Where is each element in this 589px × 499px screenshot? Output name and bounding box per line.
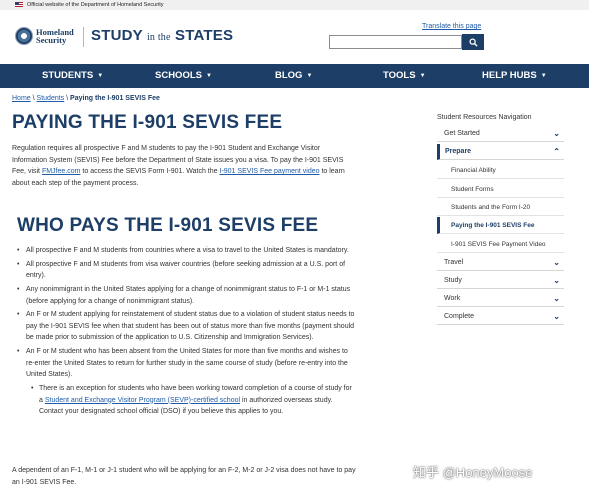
nav-label: HELP HUBS xyxy=(482,70,537,81)
sidebar-item-label: Travel xyxy=(444,259,464,266)
who-pays-list: All prospective F and M students from co… xyxy=(15,245,355,420)
breadcrumb: Home \ Students \ Paying the I-901 SEVIS… xyxy=(12,95,160,102)
intro-paragraph: Regulation requires all prospective F an… xyxy=(12,143,352,190)
nav-item-tools[interactable]: TOOLS ▼ xyxy=(383,64,426,88)
main-nav: STUDENTS ▼ SCHOOLS ▼ BLOG ▼ TOOLS ▼ HELP HUB… xyxy=(0,64,589,88)
breadcrumb-current: Paying the I-901 SEVIS Fee xyxy=(70,95,160,102)
translate-link[interactable]: Translate this page xyxy=(422,23,481,30)
us-flag-icon xyxy=(15,2,23,8)
search-icon xyxy=(468,37,478,47)
payment-video-link[interactable]: I-901 SEVIS Fee payment video xyxy=(220,168,320,175)
logo-divider xyxy=(83,27,84,47)
sidebar-subitem-paying-sevis-fee[interactable]: Paying the I-901 SEVIS Fee xyxy=(437,217,564,234)
sidebar-item-complete[interactable]: Complete ⌄ xyxy=(437,309,564,325)
nav-label: BLOG xyxy=(275,70,303,81)
sidebar-subitem-financial-ability[interactable]: Financial Ability xyxy=(437,162,564,179)
chevron-down-icon: ⌄ xyxy=(553,294,560,303)
caret-down-icon: ▼ xyxy=(419,73,426,79)
caret-down-icon: ▼ xyxy=(97,73,104,79)
gov-banner-text: Official website of the Department of Ho… xyxy=(27,2,164,8)
sidebar-subitem-student-forms[interactable]: Student Forms xyxy=(437,181,564,198)
dependent-note: A dependent of an F-1, M-1 or J-1 studen… xyxy=(12,467,356,486)
fmjfee-link[interactable]: FMJfee.com xyxy=(42,168,81,175)
nav-item-schools[interactable]: SCHOOLS ▼ xyxy=(155,64,212,88)
sidebar-item-label: Work xyxy=(444,295,461,302)
chevron-down-icon: ⌄ xyxy=(553,258,560,267)
caret-down-icon: ▼ xyxy=(540,73,547,79)
search-button[interactable] xyxy=(462,34,484,50)
chevron-up-icon: ⌃ xyxy=(553,147,560,156)
site-logo[interactable]: STUDY in the STATES xyxy=(91,27,233,44)
breadcrumb-students[interactable]: Students xyxy=(37,95,65,102)
sidebar-item-travel[interactable]: Travel ⌄ xyxy=(437,255,564,271)
breadcrumb-separator: \ xyxy=(32,95,35,102)
sidebar-title: Student Resources Navigation xyxy=(437,114,532,121)
nav-label: SCHOOLS xyxy=(155,70,202,81)
nav-item-blog[interactable]: BLOG ▼ xyxy=(275,64,312,88)
sevp-certified-school-link[interactable]: Student and Exchange Visitor Program (SE… xyxy=(45,397,240,404)
chevron-down-icon: ⌄ xyxy=(553,312,560,321)
list-item: Any nonimmigrant in the United States ap… xyxy=(15,284,355,307)
exception-item: There is an exception for students who h… xyxy=(26,383,355,418)
sidebar-item-label: Complete xyxy=(444,313,474,320)
site-title-states: STATES xyxy=(175,27,234,44)
list-item: An F or M student applying for reinstate… xyxy=(15,309,355,344)
sidebar-item-label: Prepare xyxy=(445,148,472,155)
list-item-text: An F or M student who has been absent fr… xyxy=(26,348,348,379)
sidebar-item-label: Study xyxy=(444,277,462,284)
page-title: PAYING THE I-901 SEVIS FEE xyxy=(12,112,283,133)
sidebar-item-study[interactable]: Study ⌄ xyxy=(437,273,564,289)
site-title-study: STUDY xyxy=(91,27,143,44)
dhs-logo-text[interactable]: Homeland Security xyxy=(36,28,76,45)
breadcrumb-home[interactable]: Home xyxy=(12,95,31,102)
chevron-down-icon: ⌄ xyxy=(553,129,560,138)
watermark: 知乎 @HoneyMoose xyxy=(413,465,533,480)
intro-text: to access the SEVIS Form I-901. Watch th… xyxy=(80,168,220,176)
sidebar-item-work[interactable]: Work ⌄ xyxy=(437,291,564,307)
nav-label: TOOLS xyxy=(383,70,416,81)
site-title-in-the: in the xyxy=(146,32,171,43)
nav-item-students[interactable]: STUDENTS ▼ xyxy=(42,64,103,88)
list-item: All prospective F and M students from vi… xyxy=(15,259,355,282)
caret-down-icon: ▼ xyxy=(306,73,313,79)
gov-banner: Official website of the Department of Ho… xyxy=(0,0,589,10)
nav-item-help-hubs[interactable]: HELP HUBS ▼ xyxy=(482,64,547,88)
exception-list: There is an exception for students who h… xyxy=(26,383,355,418)
list-item: An F or M student who has been absent fr… xyxy=(15,346,355,418)
sidebar-item-prepare[interactable]: Prepare ⌃ xyxy=(437,144,564,160)
list-item: All prospective F and M students from co… xyxy=(15,245,355,257)
sidebar-subitem-payment-video[interactable]: I-901 SEVIS Fee Payment Video xyxy=(437,236,564,253)
nav-label: STUDENTS xyxy=(42,70,94,81)
chevron-down-icon: ⌄ xyxy=(553,276,560,285)
section-heading: WHO PAYS THE I-901 SEVIS FEE xyxy=(17,215,319,236)
sidebar-item-label: Get Started xyxy=(444,130,480,137)
breadcrumb-separator: \ xyxy=(66,95,69,102)
search-input[interactable] xyxy=(329,35,462,49)
sidebar-item-get-started[interactable]: Get Started ⌄ xyxy=(437,126,564,142)
sidebar-subitem-form-i20[interactable]: Students and the Form I-20 xyxy=(437,199,564,216)
caret-down-icon: ▼ xyxy=(205,73,212,79)
dhs-seal-icon[interactable] xyxy=(15,27,33,45)
